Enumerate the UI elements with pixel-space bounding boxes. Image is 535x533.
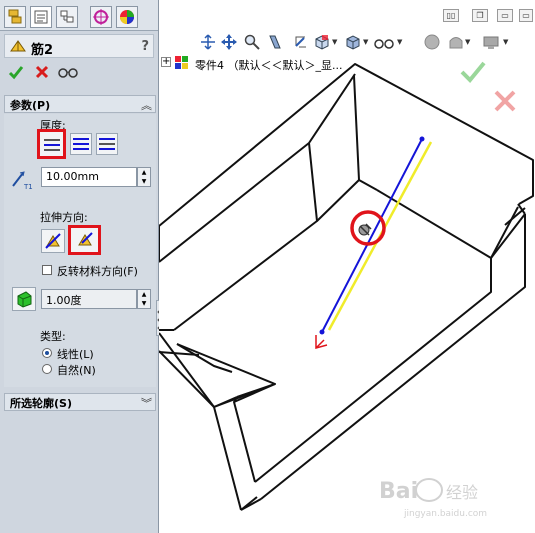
graphics-viewport[interactable]: ▯▯ ❐ ▭ ▭ ▼ ▼ ▼ ▼ ▼ + 零件4 （默认＜＜默认＞_显... B… <box>159 0 535 533</box>
type-linear-label: 线性(L) <box>57 348 94 361</box>
crosshair-icon <box>93 9 109 25</box>
thickness-both-sides-button[interactable] <box>70 133 92 155</box>
extrude-direction-label: 拉伸方向: <box>40 211 88 224</box>
rib-sketch-line[interactable] <box>321 138 423 333</box>
draft-toggle-button[interactable] <box>12 287 36 311</box>
direction-arrow-icon <box>315 335 328 349</box>
draft-icon <box>17 291 32 308</box>
watermark-url: jingyan.baidu.com <box>403 509 487 519</box>
preview-glasses-icon[interactable] <box>58 65 78 79</box>
params-group-body: 厚度: T1 10.00mm ▲ ▼ 拉伸方向: 反转材料方向(F) 1.00度 … <box>4 114 156 387</box>
svg-text:T1: T1 <box>23 183 33 191</box>
draft-angle-input[interactable]: 1.00度 <box>41 289 137 309</box>
featuremanager-tab[interactable] <box>4 6 26 28</box>
collapse-up-icon[interactable]: ︽ <box>141 97 152 113</box>
accept-icon[interactable] <box>8 64 24 80</box>
rib-endpoint[interactable] <box>419 136 425 142</box>
panel-tab-bar <box>0 0 158 31</box>
params-group-header[interactable]: 参数(P) ︽ <box>4 95 156 113</box>
draft-angle-spinner[interactable]: ▲ ▼ <box>137 289 151 309</box>
thickness-input[interactable]: 10.00mm <box>41 167 137 187</box>
cancel-icon[interactable] <box>34 64 50 80</box>
rib-startpoint[interactable] <box>319 329 325 335</box>
property-manager: 筋2 ? 参数(P) ︽ 厚度: T1 10.00mm ▲ ▼ 拉伸方向: 反转… <box>0 0 159 533</box>
watermark: Bai 经验 jingyan.baidu.com <box>379 478 487 519</box>
thickness-second-side-button[interactable] <box>96 133 118 155</box>
profile-group-header[interactable]: 所选轮廓(S) ︾ <box>4 393 156 411</box>
display-tab[interactable] <box>116 6 138 28</box>
configuration-tab[interactable] <box>56 6 78 28</box>
type-natural-radio[interactable] <box>42 364 52 374</box>
params-group-title: 参数(P) <box>10 99 51 112</box>
thickness-dimension-icon: T1 <box>12 171 33 191</box>
thickness-first-side-icon <box>44 139 60 151</box>
rib-feature-icon <box>10 40 26 52</box>
propertymanager-tab[interactable] <box>30 6 52 28</box>
normal-sketch-icon <box>78 232 93 246</box>
flip-direction-handle-icon[interactable] <box>358 223 372 236</box>
feature-tree-icon <box>8 9 22 24</box>
type-natural-label: 自然(N) <box>57 364 96 377</box>
watermark-brand: Bai <box>379 479 418 504</box>
color-wheel-icon <box>120 10 134 24</box>
parallel-to-sketch-button[interactable] <box>41 229 65 253</box>
thickness-spinner[interactable]: ▲ ▼ <box>137 167 151 187</box>
watermark-brand2: 经验 <box>446 483 478 502</box>
configuration-icon <box>60 10 74 23</box>
thickness-first-side-button[interactable] <box>37 129 66 159</box>
flip-material-checkbox[interactable] <box>42 265 52 275</box>
model-graphics: Bai 经验 jingyan.baidu.com <box>159 63 534 519</box>
help-button[interactable]: ? <box>141 39 149 54</box>
profile-group-title: 所选轮廓(S) <box>10 397 72 410</box>
type-label: 类型: <box>40 330 66 343</box>
thickness-both-sides-icon <box>73 138 89 150</box>
feature-title-bar: 筋2 ? <box>4 34 154 58</box>
property-sheet-icon <box>34 10 48 24</box>
action-buttons <box>4 60 154 88</box>
parallel-sketch-icon <box>45 233 61 249</box>
type-linear-radio[interactable] <box>42 348 52 358</box>
normal-to-sketch-button[interactable] <box>68 225 101 255</box>
feature-title: 筋2 <box>31 43 54 58</box>
thickness-second-side-icon <box>99 138 115 150</box>
flip-material-label: 反转材料方向(F) <box>57 265 138 278</box>
expand-down-icon[interactable]: ︾ <box>141 395 152 411</box>
dimxpert-tab[interactable] <box>90 6 112 28</box>
